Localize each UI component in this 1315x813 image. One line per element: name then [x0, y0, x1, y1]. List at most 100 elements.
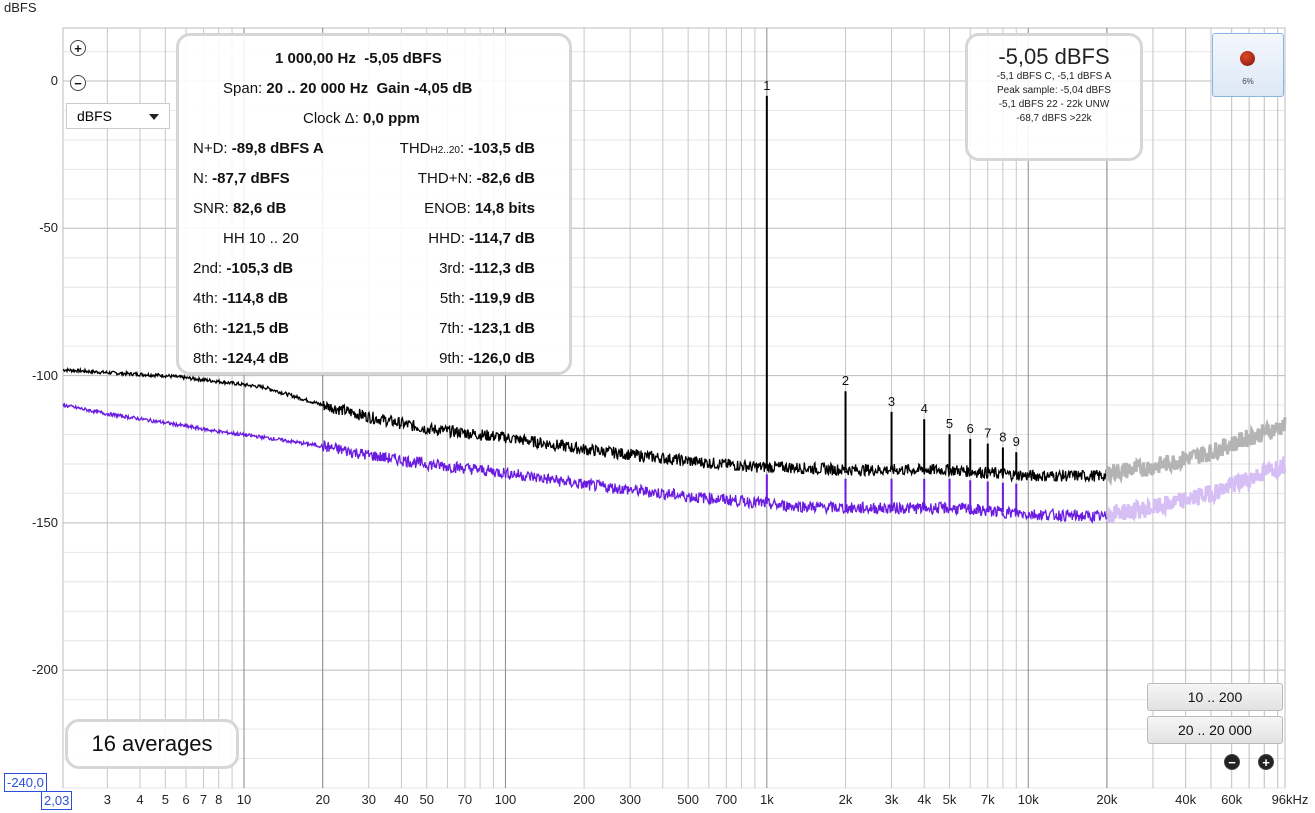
y-tick-label: -100	[31, 367, 58, 383]
range-20-20000-label: 20 .. 20 000	[1178, 722, 1252, 738]
level-line-3: -5,1 dBFS 22 - 22k UNW	[998, 99, 1110, 110]
x-tick-label: 2k	[838, 792, 853, 807]
clock-value: 0,0 ppm	[363, 110, 420, 127]
zoom-out-icon[interactable]: −	[1224, 754, 1240, 770]
stat-label: 2nd:	[193, 260, 223, 277]
stat-label: HH 10 .. 20	[223, 230, 299, 247]
stat-row-right: HHD: -114,7 dB	[428, 230, 535, 247]
stat-label-sub: H2..20	[430, 145, 460, 156]
range-20-20000-button[interactable]: 20 .. 20 000	[1147, 716, 1283, 744]
stat-label: 9th:	[439, 350, 465, 367]
x-tick-label: 4	[136, 792, 144, 807]
stats-panel: 1 000,00 Hz -5,05 dBFS Span: 20 .. 20 00…	[176, 33, 572, 375]
harmonic-label-2: 2	[842, 373, 849, 388]
stat-row-right: THD+N: -82,6 dB	[418, 170, 535, 187]
harmonic-label-8: 8	[999, 429, 1006, 444]
record-percent: 6%	[1242, 77, 1254, 86]
gain-label: Gain	[376, 80, 410, 97]
stat-row-right: 7th: -123,1 dB	[439, 320, 535, 337]
stat-label: N+D:	[193, 140, 228, 157]
stat-value: -82,6 dB	[472, 170, 535, 187]
stat-row-right: 3rd: -112,3 dB	[439, 260, 535, 277]
chevron-down-icon	[149, 114, 159, 120]
stat-row-left: 8th: -124,4 dB	[193, 350, 289, 367]
harmonic-label-6: 6	[967, 421, 974, 436]
x-tick-label: 20	[315, 792, 330, 807]
harmonic-label-5: 5	[946, 416, 953, 431]
x-tick-label: 4k	[917, 792, 932, 807]
stat-label: 7th:	[439, 320, 465, 337]
stat-value: -87,7 dBFS	[208, 170, 290, 187]
x-tick-label: 60k	[1221, 792, 1243, 807]
x-tick-label: 50	[419, 792, 434, 807]
stat-value: 82,6 dB	[228, 200, 287, 217]
stat-value: -123,1 dB	[464, 320, 535, 337]
stat-value: -112,3 dB	[464, 260, 535, 277]
stat-row-left: N+D: -89,8 dBFS A	[193, 140, 324, 157]
stat-row-left: 2nd: -105,3 dB	[193, 260, 293, 277]
stat-row-right: THDH2..20: -103,5 dB	[400, 140, 535, 157]
y-tick-label: -50	[39, 220, 58, 236]
x-tick-label: 300	[619, 792, 641, 807]
fundamental-level: -5,05 dBFS	[364, 50, 442, 67]
x-tick-label: 7	[199, 792, 208, 807]
stat-value: -114,8 dB	[218, 290, 289, 307]
unit-select[interactable]: dBFS	[66, 103, 170, 129]
x-tick-label: 40k	[1175, 792, 1197, 807]
averages-label: 16 averages	[91, 731, 213, 756]
span-label: Span:	[223, 80, 263, 97]
record-button[interactable]: 6%	[1212, 33, 1284, 97]
zoom-in-icon[interactable]: +	[70, 40, 86, 56]
y-min-box[interactable]: -240,0	[4, 773, 47, 792]
harmonic-label-3: 3	[888, 394, 895, 409]
y-axis-unit-label: dBFS	[4, 0, 37, 15]
averages-panel: 16 averages	[65, 719, 239, 769]
x-tick-label: 20k	[1096, 792, 1118, 807]
stat-label: 6th:	[193, 320, 219, 337]
x-tick-label: 6	[182, 792, 190, 807]
stat-label: 5th:	[439, 290, 465, 307]
zoom-in-icon[interactable]: +	[1258, 754, 1274, 770]
stat-label: 4th:	[193, 290, 219, 307]
stat-value: -105,3 dB	[222, 260, 294, 277]
stat-value: -121,5 dB	[218, 320, 289, 337]
stat-row-right: 5th: -119,9 dB	[440, 290, 535, 307]
harmonic-label-1: 1	[763, 78, 770, 93]
y-tick-label: -200	[31, 662, 58, 678]
stat-row-left: SNR: 82,6 dB	[193, 200, 286, 217]
harmonic-label-9: 9	[1013, 434, 1020, 449]
x-tick-label: 7k	[980, 792, 995, 807]
record-icon	[1240, 51, 1255, 66]
zoom-out-icon[interactable]: −	[70, 75, 86, 91]
level-line-4: -68,7 dBFS >22k	[1016, 113, 1092, 124]
x-tick-label: 5	[161, 792, 169, 807]
x-tick-label: 5k	[942, 792, 957, 807]
stat-row-left: 4th: -114,8 dB	[193, 290, 288, 307]
x-tick-label: 8	[215, 792, 223, 807]
y-tick-label: -150	[31, 514, 58, 530]
harmonic-label-4: 4	[921, 401, 928, 416]
level-line-2: Peak sample: -5,04 dBFS	[997, 85, 1111, 96]
span-value: 20 .. 20 000 Hz	[266, 80, 369, 97]
x-min-box[interactable]: 2,03	[41, 791, 73, 810]
x-tick-label: 96kHz	[1271, 792, 1309, 807]
x-tick-label: 10k	[1017, 792, 1039, 807]
range-10-200-button[interactable]: 10 .. 200	[1147, 683, 1283, 711]
y-tick-label: 0	[50, 73, 58, 89]
stat-label: N:	[193, 170, 208, 187]
x-tick-label: 200	[573, 792, 595, 807]
stat-row-left: HH 10 .. 20	[223, 230, 299, 247]
stat-row-right: 9th: -126,0 dB	[439, 350, 535, 367]
stats-line-2: Span: 20 .. 20 000 Hz Gain -4,05 dB	[223, 80, 472, 97]
stat-label: 3rd:	[439, 260, 465, 277]
stat-label: HHD:	[428, 230, 465, 247]
clock-label: Clock Δ:	[303, 110, 359, 127]
x-tick-label: 700	[715, 792, 738, 807]
range-10-200-label: 10 .. 200	[1187, 689, 1243, 705]
stat-label: THD	[399, 140, 431, 157]
stats-line-1: 1 000,00 Hz -5,05 dBFS	[275, 50, 442, 67]
stat-label: SNR:	[193, 200, 229, 217]
stat-label: ENOB:	[424, 200, 471, 217]
x-tick-label: 100	[494, 792, 517, 807]
stat-row-left: N: -87,7 dBFS	[193, 170, 290, 187]
